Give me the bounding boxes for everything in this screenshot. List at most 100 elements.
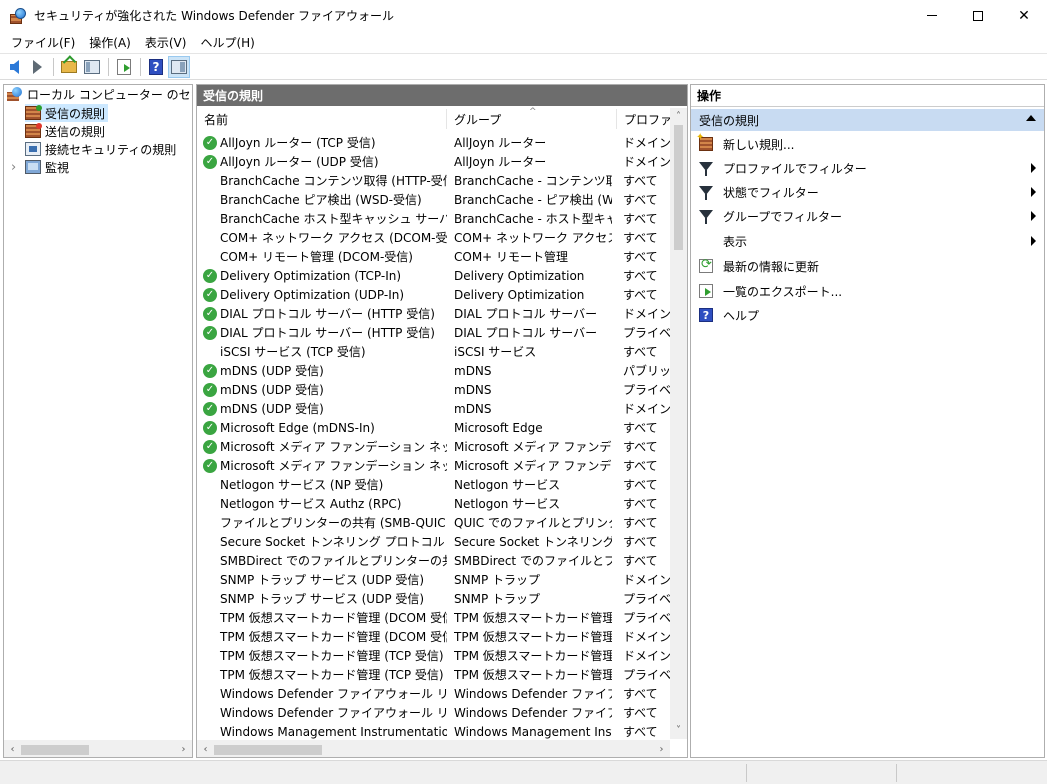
table-row[interactable]: Windows Defender ファイアウォール リモート... Windows… [197,703,670,722]
show-hide-action-pane-button[interactable] [168,55,190,78]
sort-ascending-icon: ^ [529,107,537,117]
scrollbar-thumb[interactable] [214,745,322,755]
rule-profile-cell: プライベー [623,326,671,340]
rule-profile-cell: ドメイン [623,630,671,644]
tree-item-connection-security-rules[interactable]: 接続セキュリティの規則 [25,140,176,158]
table-row[interactable]: ✓Microsoft メディア ファンデーション ネットワーク ...Micro… [197,437,670,456]
table-row[interactable]: SNMP トラップ サービス (UDP 受信) SNMP トラップ プライベー [197,589,671,608]
table-row[interactable]: BranchCache コンテンツ取得 (HTTP-受信) BranchCache… [197,171,670,190]
action-new-rule[interactable]: 新しい規則... [691,132,1044,156]
collapse-icon[interactable] [1026,115,1036,121]
table-row[interactable]: ✓ DIAL プロトコル サーバー (HTTP 受信) DIAL プロトコル サーバ… [197,304,671,323]
table-row[interactable]: ✓Microsoft メディア ファンデーション ネットワーク ...Micro… [197,456,670,475]
tree-horizontal-scrollbar[interactable]: ‹ › [4,740,192,757]
table-row[interactable]: COM+ リモート管理 (DCOM-受信) COM+ リモート管理 すべて [197,247,670,266]
up-one-level-button[interactable] [58,56,80,78]
rule-enabled-check-icon: ✓ [203,420,217,435]
back-arrow-icon [9,59,19,74]
minimize-icon [927,15,937,16]
action-export-list[interactable]: 一覧のエクスポート... [691,279,1044,303]
table-row[interactable]: Windows Defender ファイアウォール リモート... Windows… [197,684,670,703]
scroll-left-icon[interactable]: ‹ [197,741,214,757]
table-row[interactable]: ✓ DIAL プロトコル サーバー (HTTP 受信) DIAL プロトコル サーバ… [197,323,671,342]
scroll-down-icon[interactable]: ˅ [670,722,687,739]
column-header-profile[interactable]: プロファイ... [617,109,677,129]
scroll-right-icon[interactable]: › [175,741,192,757]
table-row[interactable]: ✓ AllJoyn ルーター (TCP 受信) AllJoyn ルーター ドメイン, … [197,133,671,152]
table-row[interactable]: TPM 仮想スマートカード管理 (DCOM 受信) TPM 仮想スマートカード管理… [197,627,671,646]
table-row[interactable]: Netlogon サービス Authz (RPC) Netlogon サービス すべ… [197,494,670,513]
scrollbar-thumb[interactable] [21,745,89,755]
table-row[interactable]: Netlogon サービス (NP 受信) Netlogon サービス すべて [197,475,670,494]
show-hide-console-tree-button[interactable] [81,56,103,78]
table-row[interactable]: BranchCache ピア検出 (WSD-受信) BranchCache - ピ… [197,190,670,209]
table-row[interactable]: ✓ mDNS (UDP 受信) mDNS ドメイン [197,399,671,418]
minimize-button[interactable] [909,0,955,31]
rule-group-cell: Microsoft メディア ファンデーショ... [454,459,612,473]
scroll-left-icon[interactable]: ‹ [4,741,21,757]
rule-name-cell: Windows Management Instrumentation (... [203,722,447,741]
action-label: グループでフィルター [723,209,843,224]
table-row[interactable]: ✓ AllJoyn ルーター (UDP 受信) AllJoyn ルーター ドメイン, … [197,152,671,171]
table-row[interactable]: BranchCache ホスト型キャッシュ サーバー (HT... BranchC… [197,209,670,228]
table-row[interactable]: ✓ Microsoft Edge (mDNS-In) Microsoft Edge す… [197,418,670,437]
column-header-name[interactable]: 名前 [197,109,447,129]
tree-item-monitoring[interactable]: › 監視 [7,158,69,176]
rule-name-cell: SNMP トラップ サービス (UDP 受信) [203,589,447,608]
table-row[interactable]: TPM 仮想スマートカード管理 (TCP 受信) TPM 仮想スマートカード管理プ… [197,665,671,684]
table-row[interactable]: ファイルとプリンターの共有 (SMB-QUIC 受信) QUIC でのファイルとプ… [197,513,670,532]
menu-help[interactable]: ヘルプ(H) [193,34,261,51]
maximize-icon [973,10,983,21]
table-row[interactable]: TPM 仮想スマートカード管理 (TCP 受信) TPM 仮想スマートカード管理ド… [197,646,671,665]
back-button[interactable] [3,56,25,78]
rule-enabled-check-icon: ✓ [203,154,217,169]
rules-horizontal-scrollbar[interactable]: ‹ › [197,740,670,757]
action-filter-by-group[interactable]: グループでフィルター [691,204,1044,228]
export-list-button[interactable] [113,56,135,78]
table-row[interactable]: ✓mDNS (UDP 受信) mDNS プライベー [197,380,671,399]
action-label: 一覧のエクスポート... [723,284,843,299]
rule-name-cell: BranchCache コンテンツ取得 (HTTP-受信) [203,171,447,190]
rule-profile-cell: すべて [623,478,658,492]
rule-group-cell: TPM 仮想スマートカード管理 [454,668,612,682]
table-row[interactable]: ✓ Delivery Optimization (UDP-In) Delivery … [197,285,670,304]
close-button[interactable]: ✕ [1001,0,1047,31]
show-hide-action-pane-icon [171,59,187,74]
tree-item-inbound-rules[interactable]: 受信の規則 [25,104,109,122]
table-row[interactable]: iSCSI サービス (TCP 受信) iSCSI サービス すべて [197,342,670,361]
rule-name-cell: ✓ Delivery Optimization (UDP-In) [203,285,447,304]
scroll-right-icon[interactable]: › [653,741,670,757]
expand-chevron-icon[interactable]: › [7,160,25,175]
action-help[interactable]: ? ヘルプ [691,303,1044,327]
table-row[interactable]: ✓mDNS (UDP 受信) mDNS パブリック [197,361,671,380]
scroll-up-icon[interactable]: ˄ [670,108,687,125]
menu-action[interactable]: 操作(A) [82,34,138,51]
table-row[interactable]: SNMP トラップ サービス (UDP 受信) SNMP トラップ ドメイン [197,570,671,589]
rule-profile-cell: すべて [623,421,658,435]
menu-view[interactable]: 表示(V) [138,34,194,51]
actions-section-inbound-rules[interactable]: 受信の規則 [691,109,1044,131]
table-row[interactable]: Secure Socket トンネリング プロトコル (SSTP ... Secu… [197,532,670,551]
forward-button[interactable] [26,56,48,78]
rule-group-cell: Secure Socket トンネリング プ... [454,535,612,549]
rules-vertical-scrollbar[interactable]: ˄ ˅ [670,108,687,739]
table-row[interactable]: Windows Management Instrumentation (... W… [197,722,670,741]
table-row[interactable]: TPM 仮想スマートカード管理 (DCOM 受信) TPM 仮想スマートカード管理… [197,608,671,627]
tree-root[interactable]: ローカル コンピューター のセキュリティ [7,85,192,103]
action-view[interactable]: 表示 [691,229,1044,253]
action-refresh[interactable]: 最新の情報に更新 [691,254,1044,278]
rule-disabled-placeholder [203,611,217,625]
rule-group-cell: TPM 仮想スマートカード管理 [454,649,612,663]
help-button[interactable]: ? [145,56,167,78]
action-filter-by-profile[interactable]: プロファイルでフィルター [691,156,1044,180]
tree-item-outbound-rules[interactable]: 送信の規則 [25,122,105,140]
table-row[interactable]: COM+ ネットワーク アクセス (DCOM-受信) COM+ ネットワーク アク… [197,228,670,247]
action-filter-by-state[interactable]: 状態でフィルター [691,180,1044,204]
menu-file[interactable]: ファイル(F) [4,34,82,51]
rule-profile-cell: すべて [623,269,658,283]
table-row[interactable]: SMBDirect でのファイルとプリンターの共有 (i... SMBDirect… [197,551,670,570]
table-row[interactable]: ✓ Delivery Optimization (TCP-In) Delivery … [197,266,670,285]
maximize-button[interactable] [955,0,1001,31]
rule-name: SMBDirect でのファイルとプリンターの共有 (i... [220,554,447,568]
scrollbar-thumb[interactable] [674,125,683,250]
